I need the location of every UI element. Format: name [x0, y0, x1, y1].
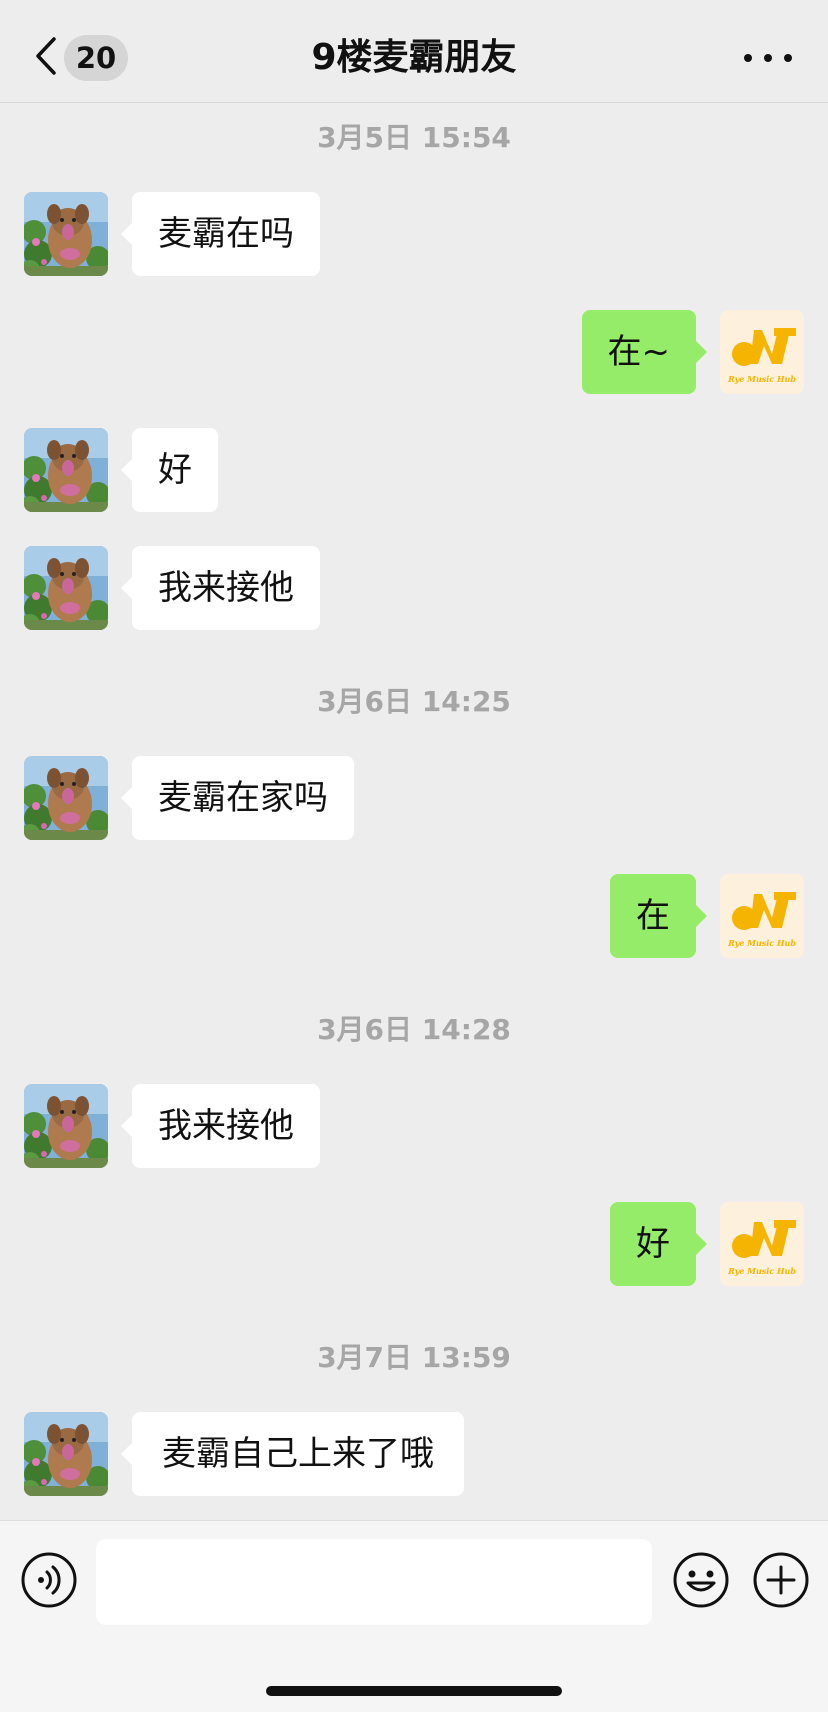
incoming-message[interactable]: 我来接他: [121, 1084, 320, 1168]
outgoing-message[interactable]: 在~: [581, 310, 707, 394]
emoji-icon: [673, 1552, 729, 1608]
contact-avatar[interactable]: [24, 1412, 108, 1496]
timestamp: 3月5日 15:54: [317, 121, 511, 154]
back-button[interactable]: [28, 34, 64, 78]
contact-avatar[interactable]: [24, 192, 108, 276]
my-avatar[interactable]: [720, 310, 804, 394]
my-avatar[interactable]: [720, 1202, 804, 1286]
chat-header: 20 9楼麦霸朋友: [0, 0, 828, 103]
emoji-button[interactable]: [672, 1551, 730, 1609]
voice-button[interactable]: [20, 1551, 78, 1609]
unread-count-badge[interactable]: 20: [64, 35, 128, 81]
message-input[interactable]: [96, 1539, 652, 1625]
more-options-button[interactable]: [744, 44, 792, 72]
home-indicator[interactable]: [266, 1686, 562, 1696]
incoming-message[interactable]: 麦霸在家吗: [121, 756, 354, 840]
chat-title: 9楼麦霸朋友: [311, 37, 517, 78]
plus-icon: [753, 1552, 809, 1608]
incoming-message[interactable]: 麦霸在吗: [121, 192, 320, 276]
voice-icon: [21, 1552, 77, 1608]
more-dots-icon: [744, 54, 752, 62]
chevron-left-icon: [36, 37, 56, 75]
outgoing-message[interactable]: 好: [610, 1202, 707, 1286]
contact-avatar[interactable]: [24, 428, 108, 512]
incoming-message[interactable]: 好: [121, 428, 218, 512]
contact-avatar[interactable]: [24, 756, 108, 840]
contact-avatar[interactable]: [24, 1084, 108, 1168]
contact-avatar[interactable]: [24, 546, 108, 630]
timestamp: 3月6日 14:25: [317, 685, 511, 718]
more-functions-button[interactable]: [752, 1551, 810, 1609]
input-bar: [0, 1520, 828, 1712]
timestamp: 3月7日 13:59: [317, 1341, 511, 1374]
incoming-message[interactable]: 我来接他: [121, 546, 320, 630]
incoming-message[interactable]: 麦霸自己上来了哦: [121, 1412, 464, 1496]
outgoing-message[interactable]: 在: [610, 874, 707, 958]
my-avatar[interactable]: [720, 874, 804, 958]
timestamp: 3月6日 14:28: [317, 1013, 511, 1046]
